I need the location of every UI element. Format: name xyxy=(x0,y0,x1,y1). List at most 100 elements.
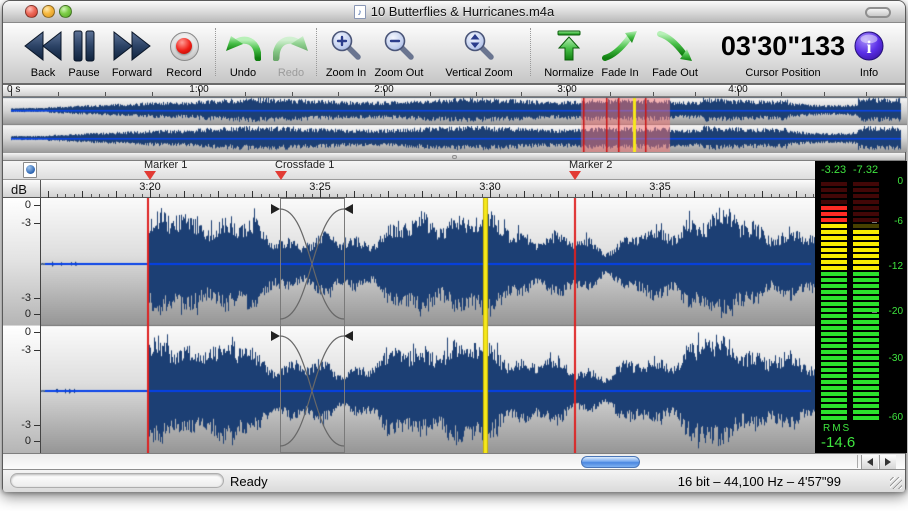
meter-segment-right xyxy=(853,230,879,234)
main-time-ruler[interactable]: dB 3:203:253:303:35 xyxy=(3,180,815,198)
overview-ruler-minor-tick xyxy=(105,92,106,96)
meter-segment-left xyxy=(821,374,847,378)
meter-scale-label: -20 xyxy=(877,306,903,317)
meter-segment-right xyxy=(853,350,879,354)
marker-flag-icon[interactable] xyxy=(275,171,287,180)
overview-ruler-minor-tick xyxy=(430,92,431,96)
meter-segment-right xyxy=(853,188,879,192)
meter-segment-right xyxy=(853,314,879,318)
overview-ruler-minor-tick xyxy=(824,92,825,96)
db-scale-tick xyxy=(34,332,40,333)
db-axis-label: dB xyxy=(3,180,41,198)
splitter-handle-icon[interactable] xyxy=(452,155,457,159)
meter-segment-left xyxy=(821,416,847,420)
crossfade-right-handle-icon[interactable] xyxy=(344,204,353,214)
scrollbar-thumb[interactable] xyxy=(581,456,640,468)
overview-waveform[interactable] xyxy=(3,97,905,152)
meter-segment-right xyxy=(853,182,879,186)
marker-row[interactable]: Marker 1Crossfade 1Marker 2 xyxy=(3,161,815,180)
crossfade-left-handle-icon[interactable] xyxy=(271,204,280,214)
meter-segment-left xyxy=(821,284,847,288)
overview-waveform-canvas[interactable] xyxy=(3,97,907,152)
main-ruler-ticks[interactable]: 3:203:253:303:35 xyxy=(41,180,815,198)
crossfade-right-handle-icon[interactable] xyxy=(344,331,353,341)
cursor-position-display: 03'30"133 Cursor Position xyxy=(705,25,861,83)
meter-segment-right xyxy=(853,290,879,294)
info-icon: i xyxy=(853,25,885,67)
marker-flag-icon[interactable] xyxy=(144,171,156,180)
marker-label: Marker 1 xyxy=(144,159,187,171)
db-scale-tick xyxy=(34,425,40,426)
meter-segment-left xyxy=(821,350,847,354)
main-ruler-tick xyxy=(592,191,593,198)
db-scale-tick xyxy=(34,350,40,351)
window-title: 10 Butterflies & Hurricanes.m4a xyxy=(371,4,555,19)
meter-segment-left xyxy=(821,308,847,312)
meter-segment-left xyxy=(821,248,847,252)
meter-segment-left xyxy=(821,320,847,324)
overview-ruler-minor-tick xyxy=(476,92,477,96)
toolbar-toggle-pill[interactable] xyxy=(865,7,891,18)
format-info-text: 16 bit – 44,100 Hz – 4'57"99 xyxy=(678,474,841,489)
overview-ruler-minor-tick xyxy=(653,92,654,96)
meter-segment-right xyxy=(853,308,879,312)
fade-out-icon xyxy=(657,25,693,67)
audio-file-glyph-icon xyxy=(26,165,35,174)
meter-scale-tick xyxy=(872,222,877,223)
overview-ruler-minor-tick xyxy=(781,92,782,96)
db-scale-label: -3 xyxy=(5,344,31,356)
crossfade-overlay[interactable] xyxy=(41,198,815,453)
main-ruler-tick xyxy=(728,191,729,198)
crossfade-left-handle-icon[interactable] xyxy=(271,331,280,341)
db-scale-label: 0 xyxy=(5,199,31,211)
svg-text:i: i xyxy=(866,37,871,57)
scroll-left-button[interactable] xyxy=(861,455,878,469)
meter-segment-left xyxy=(821,182,847,186)
meter-segment-left xyxy=(821,296,847,300)
meter-segment-right xyxy=(853,272,879,276)
main-ruler-tick xyxy=(354,191,355,198)
meter-segment-right xyxy=(853,380,879,384)
meter-segment-left xyxy=(821,332,847,336)
crossfade-box[interactable] xyxy=(281,199,345,453)
meter-scale-label: -30 xyxy=(877,353,903,364)
main-ruler-tick xyxy=(218,191,219,198)
main-ruler-tick xyxy=(694,191,695,198)
main-ruler-tick xyxy=(558,191,559,198)
toolbar-separator xyxy=(316,28,317,76)
close-button[interactable] xyxy=(25,5,38,18)
db-scale-tick xyxy=(34,314,40,315)
status-bar: Ready 16 bit – 44,100 Hz – 4'57"99 xyxy=(3,469,905,492)
overview-ruler-minor-tick xyxy=(152,92,153,96)
meter-segment-right xyxy=(853,284,879,288)
meter-segment-left xyxy=(821,338,847,342)
resize-grip[interactable] xyxy=(890,477,902,489)
meter-segment-right xyxy=(853,218,879,222)
meter-segment-right xyxy=(853,332,879,336)
arrow-right-icon xyxy=(885,458,891,466)
audio-file-icon[interactable] xyxy=(23,162,37,178)
meter-segment-right xyxy=(853,326,879,330)
scrollbar-track-end xyxy=(857,455,858,468)
info-button[interactable]: i Info xyxy=(841,25,897,83)
title-bar[interactable]: ♪ 10 Butterflies & Hurricanes.m4a xyxy=(3,1,905,23)
overview-ruler-minor-tick xyxy=(521,92,522,96)
meter-segment-right xyxy=(853,194,879,198)
vertical-zoom-icon xyxy=(462,25,496,67)
scroll-right-button[interactable] xyxy=(879,455,896,469)
meter-segment-left xyxy=(821,212,847,216)
music-note-document-icon: ♪ xyxy=(354,5,366,19)
marker-label: Marker 2 xyxy=(569,159,612,171)
zoom-button[interactable] xyxy=(59,5,72,18)
overview-time-ruler[interactable]: 0 s1:002:003:004:00 xyxy=(3,85,905,97)
marker-flag-icon[interactable] xyxy=(569,171,581,180)
minimize-button[interactable] xyxy=(42,5,55,18)
meter-segment-left xyxy=(821,398,847,402)
overview-ruler-minor-tick xyxy=(245,92,246,96)
pane-splitter[interactable] xyxy=(3,152,905,161)
meter-segment-right xyxy=(853,200,879,204)
db-scale-tick xyxy=(34,223,40,224)
vertical-zoom-button[interactable]: Vertical Zoom xyxy=(431,25,527,83)
horizontal-scrollbar[interactable] xyxy=(3,453,905,469)
main-ruler-tick xyxy=(184,191,185,198)
